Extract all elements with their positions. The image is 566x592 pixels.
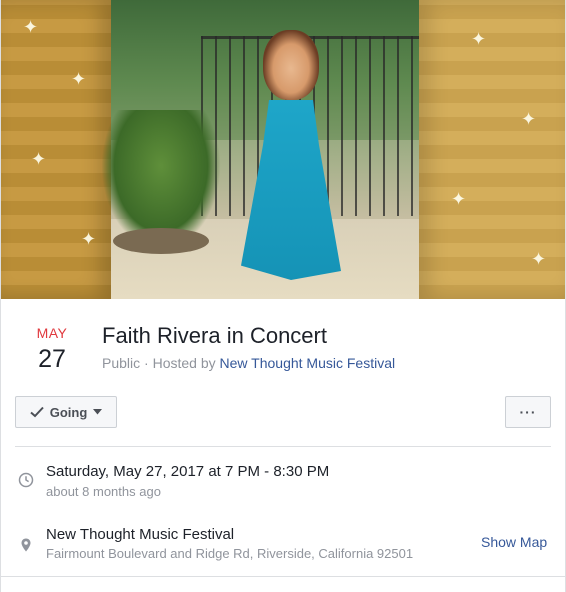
going-button[interactable]: Going [15, 396, 117, 428]
clock-icon [18, 472, 34, 488]
host-link[interactable]: New Thought Music Festival [220, 355, 396, 371]
location-address: Fairmount Boulevard and Ridge Rd, Rivers… [46, 546, 414, 561]
hosted-by-label: · Hosted by [140, 355, 220, 371]
event-title: Faith Rivera in Concert [102, 323, 327, 348]
going-label: Going [49, 404, 88, 420]
check-icon [30, 406, 44, 418]
event-month: MAY [36, 325, 68, 341]
location-name[interactable]: New Thought Music Festival [46, 526, 234, 543]
divider [15, 446, 551, 447]
event-day: 27 [38, 345, 66, 373]
event-subtitle: Public · Hosted by New Thought Music Fes… [102, 355, 395, 371]
event-card: ✦ ✦ ✦ ✦ ✦ ✦ ✦ ✦ MAY 27 Faith Rivera in C… [0, 0, 566, 592]
privacy-label: Public [102, 355, 141, 371]
event-time[interactable]: Saturday, May 27, 2017 at 7 PM - 8:30 PM [46, 463, 329, 480]
more-options-button[interactable]: ··· [505, 396, 551, 428]
show-map-link[interactable]: Show Map [481, 534, 547, 550]
caret-down-icon [93, 409, 103, 415]
event-time-relative: about 8 months ago [46, 484, 161, 499]
divider [1, 576, 565, 577]
event-cover-photo[interactable]: ✦ ✦ ✦ ✦ ✦ ✦ ✦ ✦ [1, 0, 565, 299]
event-date: MAY 27 [23, 325, 81, 374]
map-pin-icon [21, 538, 31, 552]
